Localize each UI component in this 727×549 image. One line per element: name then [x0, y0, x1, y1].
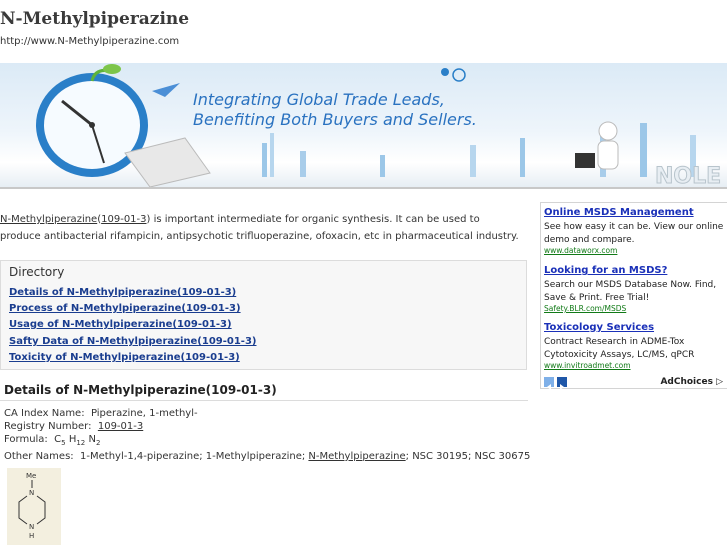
chevron-right-icon [560, 384, 564, 390]
banner-slogan-line2: Benefiting Both Buyers and Sellers. [193, 110, 477, 129]
site-url: http://www.N-Methylpiperazine.com [0, 36, 180, 47]
intro-paragraph: N-Methylpiperazine(109-01-3) is importan… [0, 214, 519, 242]
site-title: N-Methylpiperazine [0, 9, 190, 29]
directory-link-toxicity[interactable]: Toxicity of N-Methylpiperazine(109-01-3) [9, 352, 240, 363]
intro-name-link[interactable]: N-Methylpiperazine [0, 214, 97, 225]
registry-label: Registry Number: [4, 421, 92, 432]
details-divider [0, 400, 528, 401]
banner-slogan-line1: Integrating Global Trade Leads, [193, 90, 445, 109]
directory-link-usage[interactable]: Usage of N-Methylpiperazine(109-01-3) [9, 319, 232, 330]
ad-title-looking-msds[interactable]: Looking for an MSDS? [544, 265, 667, 276]
ca-index-value: Piperazine, 1-methyl- [90, 408, 198, 419]
other-names-tail: ; NSC 30195; NSC 30675 [405, 451, 531, 462]
formula-value: C5 H12 N2 [54, 434, 101, 447]
formula-label: Formula: [4, 434, 48, 445]
ad-body-toxicology: Contract Research in ADME-Tox Cytotoxici… [544, 337, 695, 360]
ad-title-toxicology[interactable]: Toxicology Services [544, 322, 654, 333]
ad-url-toxicology[interactable]: www.invitroadmet.com [544, 361, 631, 370]
directory-link-process[interactable]: Process of N-Methylpiperazine(109-01-3) [9, 303, 241, 314]
ad-next-button[interactable] [557, 377, 567, 390]
formula-row: Formula: C5 H12 N2 [4, 434, 100, 447]
ca-index-row: CA Index Name: Piperazine, 1-methyl- [4, 408, 198, 419]
intro-cas-link[interactable]: 109-01-3 [101, 214, 146, 225]
structure-label-me: Me [26, 472, 36, 480]
directory-link-details[interactable]: Details of N-Methylpiperazine(109-01-3) [9, 287, 236, 298]
ad-panel: Online MSDS Management See how easy it c… [540, 202, 727, 390]
structure-label-n1: N [29, 489, 34, 497]
ad-prev-button[interactable] [544, 377, 554, 390]
page-header: N-Methylpiperazine http://www.N-Methylpi… [0, 0, 727, 62]
ad-url-msds-management[interactable]: www.dataworx.com [544, 246, 617, 255]
details-heading: Details of N-Methylpiperazine(109-01-3) [4, 383, 277, 397]
banner: NOLE Integrating Global Trade Leads, Ben… [0, 63, 727, 187]
registry-link[interactable]: 109-01-3 [98, 421, 143, 432]
directory-heading: Directory [9, 265, 65, 279]
ad-url-looking-msds[interactable]: Safety.BLR.com/MSDS [544, 304, 626, 313]
directory-box: Directory Details of N-Methylpiperazine(… [0, 260, 527, 370]
structure-label-h: H [29, 532, 34, 540]
adchoices-icon: ▷ [716, 377, 723, 387]
ad-title-msds-management[interactable]: Online MSDS Management [544, 207, 694, 218]
ca-index-label: CA Index Name: [4, 408, 85, 419]
other-names-link[interactable]: N-Methylpiperazine [308, 451, 405, 462]
other-names-label: Other Names: [4, 451, 74, 462]
directory-link-safety[interactable]: Safty Data of N-Methylpiperazine(109-01-… [9, 336, 257, 347]
structure-label-n2: N [29, 523, 34, 531]
ad-body-looking-msds: Search our MSDS Database Now. Find, Save… [544, 280, 717, 303]
other-names-row: Other Names: 1-Methyl-1,4-piperazine; 1-… [4, 451, 530, 462]
ad-body-msds-management: See how easy it can be. View our online … [544, 222, 724, 245]
other-names-text: 1-Methyl-1,4-piperazine; 1-Methylpiperaz… [80, 451, 306, 462]
svg-text:NOLE: NOLE [655, 164, 721, 187]
adchoices-link[interactable]: AdChoices ▷ [660, 377, 723, 387]
banner-divider [0, 187, 727, 189]
molecule-structure: Me N N H [18, 472, 46, 540]
structure-image: Me N N H [7, 468, 61, 545]
registry-row: Registry Number: 109-01-3 [4, 421, 143, 432]
chevron-left-icon [547, 384, 551, 390]
